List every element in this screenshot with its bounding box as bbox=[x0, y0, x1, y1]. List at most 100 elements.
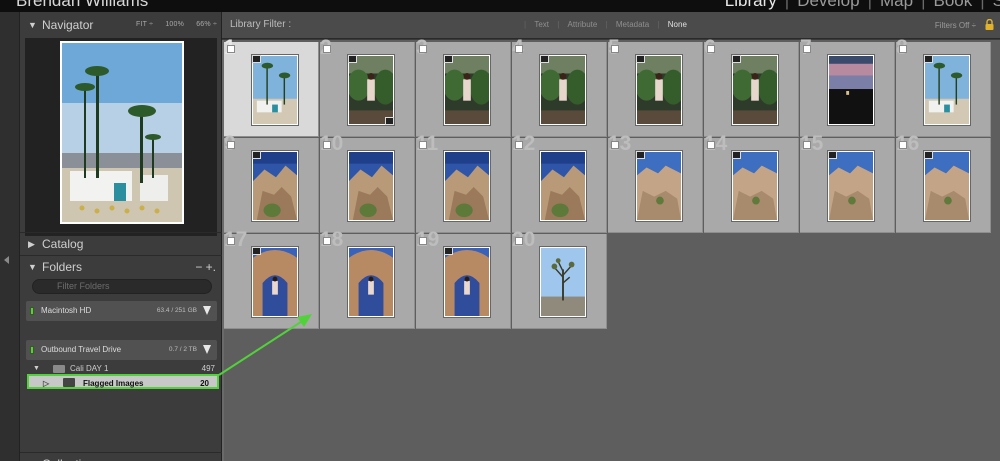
flag-checkbox-icon[interactable] bbox=[515, 45, 523, 53]
thumbnail-cell[interactable]: 19 bbox=[416, 228, 511, 329]
thumbnail-image[interactable] bbox=[539, 246, 587, 318]
edit-badge-icon[interactable] bbox=[732, 55, 741, 63]
edit-badge-icon[interactable] bbox=[252, 247, 261, 255]
thumbnail-cell[interactable]: 5 bbox=[608, 36, 703, 137]
catalog-header[interactable]: ▶ Catalog bbox=[20, 232, 223, 254]
module-develop[interactable]: Develop bbox=[797, 0, 859, 11]
module-library[interactable]: Library bbox=[725, 0, 777, 11]
edit-badge-icon[interactable] bbox=[348, 55, 357, 63]
thumbnail-image[interactable] bbox=[347, 246, 395, 318]
thumbnail-cell[interactable]: 14 bbox=[704, 132, 799, 233]
thumbnail-cell[interactable]: 4 bbox=[512, 36, 607, 137]
flag-checkbox-icon[interactable] bbox=[323, 45, 331, 53]
flag-checkbox-icon[interactable] bbox=[707, 141, 715, 149]
thumbnail-cell[interactable]: 18 bbox=[320, 228, 415, 329]
thumbnail-cell[interactable]: 10 bbox=[320, 132, 415, 233]
thumbnail-image[interactable] bbox=[539, 54, 589, 126]
filter-metadata[interactable]: Metadata bbox=[616, 20, 649, 29]
flag-checkbox-icon[interactable] bbox=[611, 45, 619, 53]
flag-checkbox-icon[interactable] bbox=[419, 45, 427, 53]
expand-triangle-icon[interactable]: ▶ bbox=[28, 453, 35, 461]
module-s[interactable]: S bbox=[993, 0, 1000, 11]
volume-outbound-travel-drive[interactable]: Outbound Travel Drive 0.7 / 2 TB bbox=[26, 340, 217, 360]
edit-badge-icon[interactable] bbox=[732, 151, 741, 159]
thumbnail-image[interactable] bbox=[539, 150, 587, 222]
thumbnail-image[interactable] bbox=[827, 54, 875, 126]
flag-checkbox-icon[interactable] bbox=[227, 45, 235, 53]
thumbnail-image[interactable] bbox=[443, 150, 491, 222]
thumbnail-cell[interactable]: 7 bbox=[800, 36, 895, 137]
thumbnail-image[interactable] bbox=[251, 54, 299, 126]
volume-macintosh-hd[interactable]: Macintosh HD 63.4 / 251 GB bbox=[26, 301, 217, 321]
edit-badge-icon[interactable] bbox=[636, 55, 645, 63]
thumbnail-image[interactable] bbox=[731, 54, 781, 126]
collections-header[interactable]: ▶ Collections bbox=[20, 452, 223, 461]
edit-badge-icon[interactable] bbox=[252, 55, 261, 63]
thumbnail-cell[interactable]: 16 bbox=[896, 132, 991, 233]
flag-checkbox-icon[interactable] bbox=[227, 141, 235, 149]
expand-triangle-icon[interactable]: ▶ bbox=[28, 233, 35, 255]
filters-off-dropdown[interactable]: Filters Off ÷ bbox=[935, 21, 976, 30]
edit-badge-icon[interactable] bbox=[540, 55, 549, 63]
flag-checkbox-icon[interactable] bbox=[707, 45, 715, 53]
navigator-zoom-options[interactable]: FIT ÷ 100% 66% ÷ bbox=[126, 14, 217, 36]
edit-badge-icon[interactable] bbox=[444, 55, 453, 63]
thumbnail-cell[interactable]: 3 bbox=[416, 36, 511, 137]
thumbnail-cell[interactable]: 17 bbox=[224, 228, 319, 329]
volume-expand-icon[interactable] bbox=[203, 306, 211, 315]
zoom-66[interactable]: 66% ÷ bbox=[196, 21, 217, 28]
flag-checkbox-icon[interactable] bbox=[803, 141, 811, 149]
thumbnail-image[interactable] bbox=[923, 54, 971, 126]
module-map[interactable]: Map bbox=[880, 0, 913, 11]
flag-checkbox-icon[interactable] bbox=[515, 237, 523, 245]
thumbnail-cell[interactable]: 12 bbox=[512, 132, 607, 233]
flag-checkbox-icon[interactable] bbox=[803, 45, 811, 53]
edit-badge-icon[interactable] bbox=[636, 151, 645, 159]
flag-checkbox-icon[interactable] bbox=[899, 141, 907, 149]
collapse-left-panel-icon[interactable] bbox=[4, 256, 9, 264]
thumbnail-image[interactable] bbox=[443, 246, 491, 318]
edit-badge-icon[interactable] bbox=[252, 151, 261, 159]
navigator-header[interactable]: ▼ Navigator FIT ÷ 100% 66% ÷ bbox=[20, 14, 223, 36]
thumbnail-image[interactable] bbox=[827, 150, 875, 222]
crop-badge-icon[interactable] bbox=[385, 117, 394, 125]
folder-expand-triangle-icon[interactable]: ▷ bbox=[43, 376, 49, 391]
zoom-100[interactable]: 100% bbox=[165, 21, 184, 28]
thumbnail-image[interactable] bbox=[347, 150, 395, 222]
filter-attribute[interactable]: Attribute bbox=[568, 20, 598, 29]
thumbnail-cell[interactable]: 20 bbox=[512, 228, 607, 329]
edit-badge-icon[interactable] bbox=[924, 55, 933, 63]
thumbnail-cell[interactable]: 6 bbox=[704, 36, 799, 137]
thumbnail-image[interactable] bbox=[443, 54, 493, 126]
folders-add-remove[interactable]: − +. bbox=[195, 256, 216, 278]
thumbnail-cell[interactable]: 8 bbox=[896, 36, 991, 137]
flag-checkbox-icon[interactable] bbox=[323, 141, 331, 149]
lock-icon[interactable] bbox=[985, 19, 994, 30]
filter-folders-input[interactable]: Filter Folders bbox=[32, 279, 212, 294]
left-panel-edge[interactable] bbox=[0, 12, 19, 461]
volume-expand-icon[interactable] bbox=[203, 345, 211, 354]
thumbnail-image[interactable] bbox=[635, 150, 683, 222]
thumbnail-image[interactable] bbox=[251, 246, 299, 318]
filter-text[interactable]: Text bbox=[534, 20, 549, 29]
flag-checkbox-icon[interactable] bbox=[323, 237, 331, 245]
thumbnail-cell[interactable]: 15 bbox=[800, 132, 895, 233]
flag-checkbox-icon[interactable] bbox=[419, 237, 427, 245]
edit-badge-icon[interactable] bbox=[828, 151, 837, 159]
collapse-triangle-icon[interactable]: ▼ bbox=[28, 14, 37, 36]
zoom-fit[interactable]: FIT ÷ bbox=[136, 21, 153, 28]
folder-flagged-images[interactable]: ▷ Flagged Images 20 bbox=[27, 374, 219, 389]
thumbnail-image[interactable] bbox=[635, 54, 685, 126]
flag-checkbox-icon[interactable] bbox=[611, 141, 619, 149]
collapse-triangle-icon[interactable]: ▼ bbox=[28, 256, 37, 278]
folders-header[interactable]: ▼ Folders − +. bbox=[20, 255, 223, 277]
thumbnail-cell[interactable]: 1 bbox=[224, 36, 319, 137]
module-book[interactable]: Book bbox=[933, 0, 972, 11]
flag-checkbox-icon[interactable] bbox=[227, 237, 235, 245]
edit-badge-icon[interactable] bbox=[924, 151, 933, 159]
navigator-preview[interactable] bbox=[25, 38, 217, 236]
thumbnail-cell[interactable]: 13 bbox=[608, 132, 703, 233]
thumbnail-cell[interactable]: 11 bbox=[416, 132, 511, 233]
edit-badge-icon[interactable] bbox=[444, 247, 453, 255]
thumbnail-cell[interactable]: 2 bbox=[320, 36, 415, 137]
